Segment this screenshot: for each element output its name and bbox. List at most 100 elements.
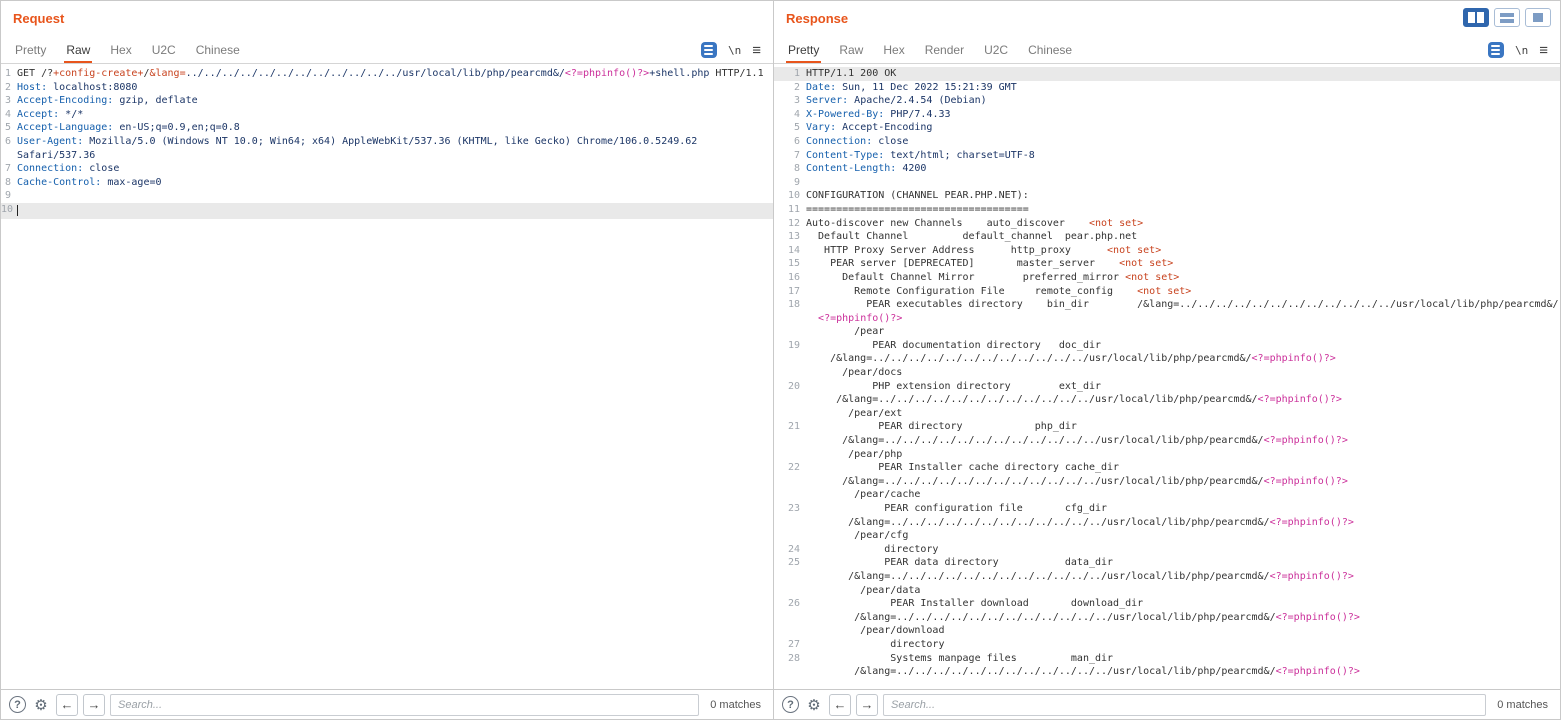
code-line: 7Connection: close [1, 162, 773, 176]
search-next-button[interactable]: → [856, 694, 878, 716]
code-line: 9 [774, 176, 1560, 190]
editor-menu-icon[interactable]: ≡ [752, 43, 761, 58]
code-line: 8Cache-Control: max-age=0 [1, 176, 773, 190]
search-prev-button[interactable]: ← [56, 694, 78, 716]
code-line: 14 HTTP Proxy Server Address http_proxy … [774, 244, 1560, 258]
request-tab-hex[interactable]: Hex [108, 39, 133, 63]
response-tab-pretty[interactable]: Pretty [786, 39, 821, 63]
line-number: 2 [1, 81, 17, 95]
code-line: 24 directory [774, 543, 1560, 557]
show-newlines-icon[interactable]: \n [1515, 44, 1528, 57]
line-number: 10 [1, 203, 17, 219]
help-icon[interactable]: ? [782, 696, 799, 713]
request-editor[interactable]: 1GET /?+config-create+/&lang=../../../..… [1, 64, 773, 689]
help-icon[interactable]: ? [9, 696, 26, 713]
search-input[interactable] [110, 694, 699, 716]
line-number: 3 [774, 94, 806, 108]
line-number: 10 [774, 189, 806, 203]
response-tab-hex[interactable]: Hex [881, 39, 906, 63]
line-number: 3 [1, 94, 17, 108]
code-line: 23 PEAR configuration file cfg_dir /&lan… [774, 502, 1560, 543]
line-number: 9 [1, 189, 17, 203]
http-message-viewer: Request PrettyRawHexU2CChinese \n ≡ 1GET… [0, 0, 1561, 720]
request-tab-pretty[interactable]: Pretty [13, 39, 48, 63]
request-tab-u2c[interactable]: U2C [150, 39, 178, 63]
code-line: 7Content-Type: text/html; charset=UTF-8 [774, 149, 1560, 163]
response-tab-raw[interactable]: Raw [837, 39, 865, 63]
search-next-button[interactable]: → [83, 694, 105, 716]
response-editor[interactable]: 1HTTP/1.1 200 OK2Date: Sun, 11 Dec 2022 … [774, 64, 1560, 689]
code-line: 1HTTP/1.1 200 OK [774, 67, 1560, 81]
line-number: 23 [774, 502, 806, 543]
line-number: 20 [774, 380, 806, 421]
layout-single-pane-button[interactable] [1525, 8, 1551, 27]
response-panel: Response Pretty Raw Hex Render U2C Chinese \n… [774, 1, 1560, 719]
line-number: 8 [774, 162, 806, 176]
line-number: 13 [774, 230, 806, 244]
code-line: 28 Systems manpage files man_dir /&lang=… [774, 652, 1560, 679]
search-input[interactable] [883, 694, 1486, 716]
code-line: 10 [1, 203, 773, 219]
match-count: 0 matches [710, 699, 761, 711]
line-number: 18 [774, 298, 806, 339]
line-number: 15 [774, 257, 806, 271]
request-editor-icons: \n ≡ [701, 42, 761, 63]
code-line: 25 PEAR data directory data_dir /&lang=.… [774, 556, 1560, 597]
line-number: 1 [774, 67, 806, 81]
response-tab-u2c[interactable]: U2C [982, 39, 1010, 63]
response-title: Response [786, 11, 1548, 26]
code-line: 20 PHP extension directory ext_dir /&lan… [774, 380, 1560, 421]
code-line: 5Accept-Language: en-US;q=0.9,en;q=0.8 [1, 121, 773, 135]
code-line: 11===================================== [774, 203, 1560, 217]
request-tab-chinese[interactable]: Chinese [194, 39, 242, 63]
line-number: 17 [774, 285, 806, 299]
line-number: 21 [774, 420, 806, 461]
pretty-print-icon[interactable] [1488, 42, 1504, 58]
code-line: 12Auto-discover new Channels auto_discov… [774, 217, 1560, 231]
settings-gear-icon[interactable]: ⚙ [31, 695, 51, 715]
code-line: 8Content-Length: 4200 [774, 162, 1560, 176]
layout-buttons [1463, 8, 1551, 27]
line-number: 22 [774, 461, 806, 502]
code-line: 13 Default Channel default_channel pear.… [774, 230, 1560, 244]
code-line: 6Connection: close [774, 135, 1560, 149]
code-line: 21 PEAR directory php_dir /&lang=../../.… [774, 420, 1560, 461]
code-line: 22 PEAR Installer cache directory cache_… [774, 461, 1560, 502]
response-editor-icons: \n ≡ [1488, 42, 1548, 63]
line-number: 1 [1, 67, 17, 81]
layout-split-columns-button[interactable] [1463, 8, 1489, 27]
line-number: 24 [774, 543, 806, 557]
code-line: 2Host: localhost:8080 [1, 81, 773, 95]
line-number: 8 [1, 176, 17, 190]
line-number: 5 [1, 121, 17, 135]
layout-split-rows-button[interactable] [1494, 8, 1520, 27]
code-line: 18 PEAR executables directory bin_dir /&… [774, 298, 1560, 339]
response-tab-chinese[interactable]: Chinese [1026, 39, 1074, 63]
line-number: 28 [774, 652, 806, 679]
request-search-bar: ? ⚙ ← → 0 matches [1, 689, 773, 719]
line-number: 7 [1, 162, 17, 176]
show-newlines-icon[interactable]: \n [728, 44, 741, 57]
line-number: 6 [1, 135, 17, 162]
line-number: 26 [774, 597, 806, 638]
code-line: 1GET /?+config-create+/&lang=../../../..… [1, 67, 773, 81]
line-number: 4 [774, 108, 806, 122]
request-tab-raw[interactable]: Raw [64, 39, 92, 63]
code-line: 3Server: Apache/2.4.54 (Debian) [774, 94, 1560, 108]
code-line: 9 [1, 189, 773, 203]
pretty-print-icon[interactable] [701, 42, 717, 58]
response-tabs: Pretty Raw Hex Render U2C Chinese [786, 39, 1074, 63]
text-cursor [17, 205, 18, 216]
response-header: Response [774, 1, 1560, 37]
settings-gear-icon[interactable]: ⚙ [804, 695, 824, 715]
match-count: 0 matches [1497, 699, 1548, 711]
response-tabbar: Pretty Raw Hex Render U2C Chinese \n ≡ [774, 37, 1560, 64]
line-number: 14 [774, 244, 806, 258]
line-number: 19 [774, 339, 806, 380]
line-number: 25 [774, 556, 806, 597]
split-columns-icon [1468, 12, 1484, 23]
line-number: 6 [774, 135, 806, 149]
search-prev-button[interactable]: ← [829, 694, 851, 716]
editor-menu-icon[interactable]: ≡ [1539, 43, 1548, 58]
response-tab-render[interactable]: Render [923, 39, 966, 63]
